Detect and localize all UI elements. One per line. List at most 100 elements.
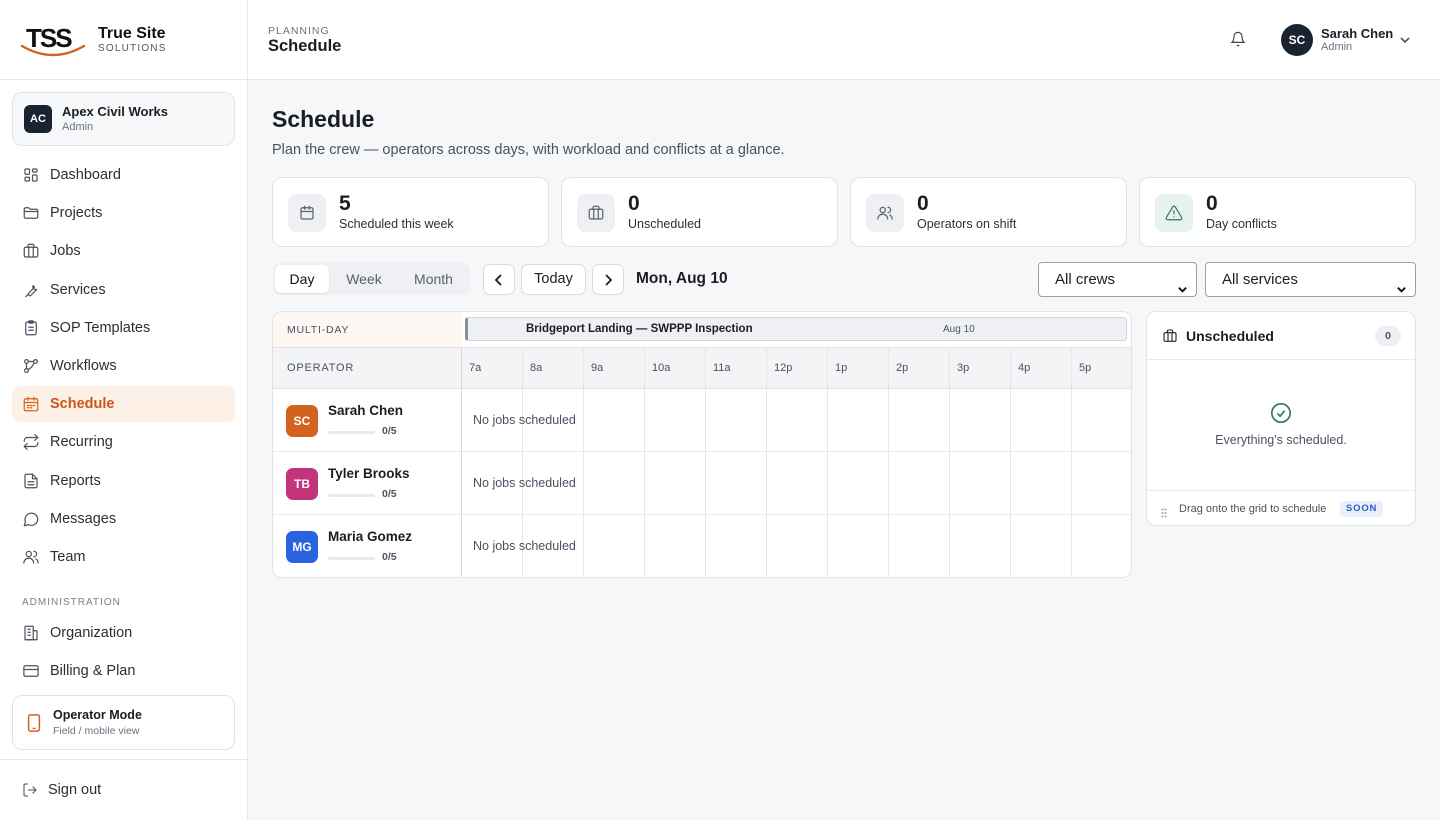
previous-day-button[interactable] bbox=[483, 264, 515, 295]
multi-day-lane: Bridgeport Landing — SWPPP Inspection Au… bbox=[462, 312, 1131, 348]
warning-icon bbox=[1165, 205, 1183, 221]
avatar[interactable]: SC bbox=[1281, 24, 1313, 56]
crew-filter-select[interactable]: All crews bbox=[1038, 262, 1197, 297]
operator-mode-button[interactable]: Operator Mode Field / mobile view bbox=[12, 695, 235, 750]
credit-card-icon bbox=[23, 665, 39, 678]
sidebar-item-organization[interactable]: Organization bbox=[12, 615, 235, 651]
operator-avatar: TB bbox=[286, 468, 318, 500]
operator-name: Tyler Brooks bbox=[328, 466, 410, 481]
sidebar-item-recurring[interactable]: Recurring bbox=[12, 424, 235, 460]
sidebar-item-label: Organization bbox=[50, 625, 133, 641]
workload-bar bbox=[328, 494, 375, 497]
sidebar-item-label: Jobs bbox=[50, 243, 81, 260]
chevron-right-icon bbox=[605, 273, 613, 286]
brand-logo[interactable]: TSS bbox=[20, 22, 86, 58]
workload-bar bbox=[328, 431, 375, 434]
today-button[interactable]: Today bbox=[521, 264, 586, 295]
report-icon bbox=[24, 473, 38, 488]
service-filter-select[interactable]: All services bbox=[1205, 262, 1416, 297]
sidebar-item-schedule[interactable]: Schedule bbox=[12, 386, 235, 423]
main-nav: Dashboard Projects Jobs Services SOP Tem… bbox=[12, 157, 235, 577]
empty-row-text: No jobs scheduled bbox=[473, 413, 576, 427]
sidebar-item-messages[interactable]: Messages bbox=[12, 501, 235, 537]
sidebar-item-jobs[interactable]: Jobs bbox=[12, 233, 235, 269]
operator-mode-subtitle: Field / mobile view bbox=[53, 725, 140, 737]
crew-filter-value: All crews bbox=[1055, 271, 1116, 288]
sidebar-item-projects[interactable]: Projects bbox=[12, 195, 235, 231]
sidebar-item-label: SOP Templates bbox=[50, 319, 151, 336]
mobile-phone-icon bbox=[27, 713, 41, 732]
topbar: PLANNING Schedule SC Sarah Chen Admin bbox=[248, 0, 1440, 80]
notifications-button[interactable] bbox=[1230, 31, 1248, 49]
stat-card-conflicts: 0 Day conflicts bbox=[1139, 177, 1416, 247]
view-day-tab[interactable]: Day bbox=[275, 265, 329, 293]
bell-icon bbox=[1230, 31, 1246, 47]
topbar-title: Schedule bbox=[268, 37, 342, 55]
briefcase-icon bbox=[1163, 329, 1177, 342]
view-month-tab[interactable]: Month bbox=[401, 265, 466, 293]
service-filter-value: All services bbox=[1222, 271, 1298, 288]
org-avatar: AC bbox=[24, 105, 52, 133]
operator-row[interactable]: SC Sarah Chen 0/5 No jobs scheduled bbox=[273, 389, 1131, 452]
view-switcher: Day Week Month bbox=[273, 263, 470, 295]
unscheduled-footer: Drag onto the grid to schedule SOON bbox=[1147, 490, 1415, 525]
admin-nav: Organization Billing & Plan bbox=[12, 615, 235, 691]
org-role: Admin bbox=[62, 121, 94, 133]
sidebar-item-services[interactable]: Services bbox=[12, 272, 235, 308]
org-name: Apex Civil Works bbox=[62, 104, 168, 119]
stat-card-operators: 0 Operators on shift bbox=[850, 177, 1127, 247]
operator-name: Maria Gomez bbox=[328, 529, 413, 544]
sidebar-item-reports[interactable]: Reports bbox=[12, 463, 235, 499]
multi-day-label: MULTI-DAY bbox=[273, 312, 462, 348]
sign-out-button[interactable]: Sign out bbox=[0, 759, 247, 820]
workload-count: 0/5 bbox=[382, 551, 397, 563]
operator-row[interactable]: TB Tyler Brooks 0/5 No jobs scheduled bbox=[273, 452, 1131, 515]
unscheduled-count-badge: 0 bbox=[1375, 326, 1401, 346]
next-day-button[interactable] bbox=[592, 264, 624, 295]
sidebar-item-label: Reports bbox=[50, 472, 101, 489]
workload-count: 0/5 bbox=[382, 425, 397, 437]
admin-section-heading: ADMINISTRATION bbox=[22, 597, 121, 608]
hour-label: 10a bbox=[652, 362, 671, 374]
sidebar-item-billing[interactable]: Billing & Plan bbox=[12, 653, 235, 689]
org-switcher[interactable]: AC Apex Civil Works Admin bbox=[12, 92, 235, 146]
stat-caption: Day conflicts bbox=[1206, 217, 1277, 231]
workload-bar bbox=[328, 557, 375, 560]
hour-label: 12p bbox=[774, 362, 793, 374]
sidebar-item-dashboard[interactable]: Dashboard bbox=[12, 157, 235, 193]
user-menu-chevron[interactable] bbox=[1398, 33, 1412, 47]
hour-label: 4p bbox=[1018, 362, 1031, 374]
sidebar-item-sop-templates[interactable]: SOP Templates bbox=[12, 310, 235, 346]
logout-icon bbox=[23, 783, 37, 797]
stat-caption: Operators on shift bbox=[917, 217, 1017, 231]
view-week-tab[interactable]: Week bbox=[334, 265, 394, 293]
dashboard-icon bbox=[24, 168, 38, 182]
multi-day-job[interactable]: Bridgeport Landing — SWPPP Inspection Au… bbox=[465, 317, 1127, 341]
message-icon bbox=[23, 512, 39, 527]
user-name[interactable]: Sarah Chen bbox=[1321, 26, 1393, 41]
check-circle-icon bbox=[1270, 402, 1292, 424]
drag-handle-icon[interactable] bbox=[1161, 505, 1167, 518]
sidebar-item-workflows[interactable]: Workflows bbox=[12, 348, 235, 384]
workflow-icon bbox=[24, 358, 38, 373]
chevron-left-icon bbox=[494, 273, 502, 286]
brand: TSS True Site SOLUTIONS bbox=[0, 0, 247, 80]
sidebar-item-team[interactable]: Team bbox=[12, 539, 235, 575]
stat-value: 0 bbox=[917, 192, 929, 215]
stat-icon-wrap bbox=[866, 194, 904, 232]
brand-name-line2: SOLUTIONS bbox=[98, 42, 167, 54]
chevron-down-icon bbox=[1400, 37, 1410, 44]
operator-avatar: MG bbox=[286, 531, 318, 563]
unscheduled-header: Unscheduled 0 bbox=[1147, 312, 1415, 360]
hour-label: 3p bbox=[957, 362, 970, 374]
operator-row[interactable]: MG Maria Gomez 0/5 No jobs scheduled bbox=[273, 515, 1131, 577]
team-icon bbox=[877, 206, 893, 220]
unscheduled-title: Unscheduled bbox=[1186, 328, 1274, 344]
wrench-icon bbox=[25, 284, 38, 297]
hour-label: 11a bbox=[713, 362, 731, 374]
hour-label: 1p bbox=[835, 362, 848, 374]
sidebar-item-label: Projects bbox=[50, 205, 103, 222]
sidebar-item-label: Services bbox=[50, 281, 106, 298]
workload-count: 0/5 bbox=[382, 488, 397, 500]
empty-row-text: No jobs scheduled bbox=[473, 539, 576, 553]
